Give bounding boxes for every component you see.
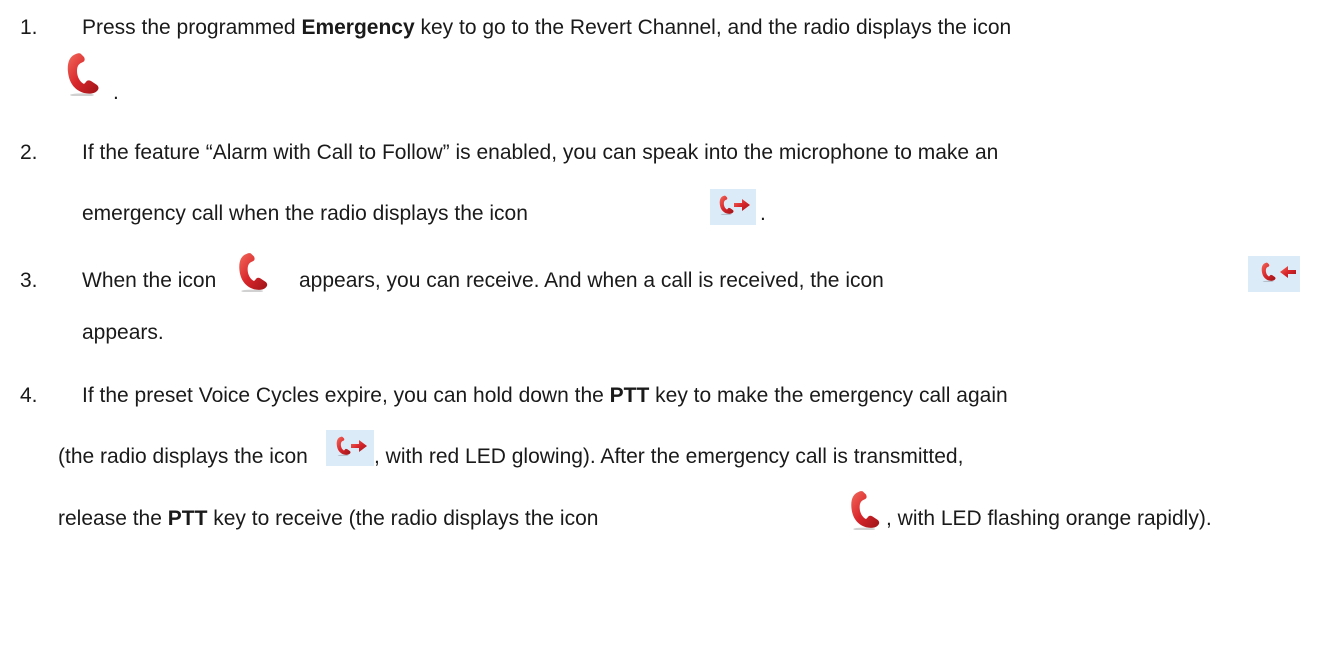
- list-item-text: release the PTT key to receive (the radi…: [58, 507, 599, 530]
- list-item-text: .: [113, 81, 119, 104]
- list-item-text: appears.: [82, 321, 164, 344]
- phone-receive-icon: [1248, 256, 1300, 292]
- phone-icon: [64, 52, 104, 96]
- list-item-text: If the feature “Alarm with Call to Follo…: [82, 141, 999, 164]
- list-number: 3.: [20, 269, 38, 292]
- list-item-text: Press the programmed Emergency key to go…: [82, 16, 1012, 39]
- list-item-text: , with LED flashing orange rapidly).: [886, 507, 1212, 530]
- ptt-key-label: PTT: [609, 384, 650, 407]
- list-item-text: appears, you can receive. And when a cal…: [299, 269, 884, 292]
- phone-icon: [846, 490, 886, 530]
- list-item-text: (the radio displays the icon: [58, 445, 308, 468]
- phone-transmit-icon: [326, 430, 374, 466]
- phone-icon: [234, 252, 274, 292]
- list-item-text: emergency call when the radio displays t…: [82, 202, 528, 225]
- ptt-key-label: PTT: [167, 507, 208, 530]
- list-number: 2.: [20, 141, 38, 164]
- list-item-text: If the preset Voice Cycles expire, you c…: [82, 384, 1008, 407]
- list-item-text: , with red LED glowing). After the emerg…: [374, 445, 964, 468]
- list-number: 4.: [20, 384, 38, 407]
- list-item-text: When the icon: [82, 269, 217, 292]
- emergency-key-label: Emergency: [301, 16, 415, 39]
- list-number: 1.: [20, 16, 38, 39]
- phone-transmit-icon: [710, 189, 756, 225]
- instruction-list: 1. Press the programmed Emergency key to…: [0, 0, 1317, 648]
